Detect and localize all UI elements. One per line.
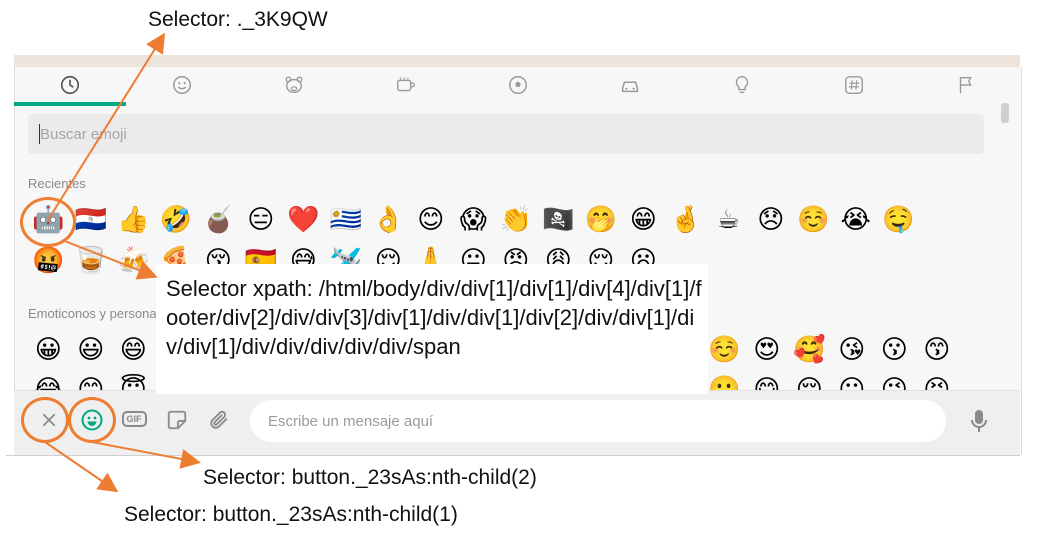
emoji-item[interactable]: ❤️	[282, 202, 325, 238]
emoji-item[interactable]: 😄	[112, 332, 155, 368]
emoji-item[interactable]: 😍	[746, 332, 789, 368]
lightbulb-icon	[735, 76, 749, 94]
scrollbar-thumb[interactable]	[1001, 103, 1009, 123]
emoji-row: ☺️ 😍 🥰 😘 😗 😙	[703, 332, 958, 368]
emoji-item[interactable]: 🤬	[27, 243, 70, 279]
emoji-item[interactable]: 😞	[750, 202, 793, 238]
emoji-item[interactable]: 😊	[410, 202, 453, 238]
soccer-ball-icon	[509, 76, 527, 94]
cup-icon	[397, 77, 415, 92]
emoji-item[interactable]: 😊	[70, 372, 113, 390]
smiley-icon	[173, 76, 191, 94]
emoji-item[interactable]: 🤭	[580, 202, 623, 238]
highlight-circle-emoji-button	[68, 397, 116, 443]
paperclip-icon	[210, 410, 228, 429]
emoji-item[interactable]: 😁	[622, 202, 665, 238]
emoji-item[interactable]: ☺️	[792, 202, 835, 238]
emoji-item[interactable]: ☺️	[703, 332, 746, 368]
emoji-search-field[interactable]	[28, 114, 984, 154]
emoji-item[interactable]: 🤣	[155, 202, 198, 238]
car-icon	[621, 81, 639, 93]
bear-icon	[285, 76, 303, 94]
message-input[interactable]	[250, 400, 946, 442]
emoji-row: 🙂 😋 😌 😛 😜 😝	[703, 372, 958, 390]
gif-button[interactable]: GIF	[121, 409, 147, 429]
emoji-item[interactable]: 😂	[27, 372, 70, 390]
tab-recent[interactable]	[15, 67, 125, 103]
emoji-row: 😂 😊 😇	[27, 372, 155, 390]
tab-animals[interactable]	[239, 67, 349, 103]
attach-button[interactable]	[205, 406, 233, 434]
tab-food[interactable]	[351, 67, 461, 103]
tab-travel[interactable]	[575, 67, 685, 103]
emoji-item[interactable]: 😜	[873, 372, 916, 390]
emoji-item[interactable]: 😌	[788, 372, 831, 390]
emoji-row: 🤖 🇵🇾 👍 🤣 🧉 😑 ❤️ 🇺🇾 👌 😊 😱 👏 🏴‍☠️ 🤭 😁 🤞 ☕ 😞 ☺️ 😭 🤤	[27, 202, 920, 238]
emoji-item[interactable]: 🥃	[70, 243, 113, 279]
emoji-item[interactable]: 👌	[367, 202, 410, 238]
tab-objects[interactable]	[687, 67, 797, 103]
gif-label: GIF	[121, 411, 147, 427]
highlight-circle-close	[21, 397, 69, 443]
annotation-button1-selector: Selector: button._23sAs:nth-child(1)	[124, 503, 458, 526]
clock-icon	[60, 75, 80, 95]
annotation-top-selector: Selector: ._3K9QW	[148, 8, 328, 31]
microphone-button[interactable]	[966, 406, 992, 436]
section-title-smileys: Emoticonos y personas	[28, 306, 164, 321]
emoji-item[interactable]: 😛	[831, 372, 874, 390]
emoji-item[interactable]: 😱	[452, 202, 495, 238]
emoji-item[interactable]: 🇺🇾	[325, 202, 368, 238]
tab-smileys[interactable]	[127, 67, 237, 103]
divider	[6, 455, 1020, 456]
emoji-search-input[interactable]	[28, 114, 984, 154]
emoji-item[interactable]: 👏	[495, 202, 538, 238]
emoji-item[interactable]: 😝	[916, 372, 959, 390]
emoji-item[interactable]: 😀	[27, 332, 70, 368]
emoji-item[interactable]: 😑	[240, 202, 283, 238]
emoji-row: 😀 😃 😄	[27, 332, 155, 368]
tab-flags[interactable]	[911, 67, 1021, 103]
emoji-item[interactable]: 👍	[112, 202, 155, 238]
tab-symbols[interactable]	[799, 67, 909, 103]
emoji-item[interactable]: 😋	[746, 372, 789, 390]
highlight-circle-emoji	[20, 197, 76, 247]
emoji-item[interactable]: 🧉	[197, 202, 240, 238]
chat-background-strip	[14, 55, 1020, 67]
emoji-item[interactable]: 🍻	[112, 243, 155, 279]
emoji-item[interactable]: 🥰	[788, 332, 831, 368]
emoji-item[interactable]: 😘	[831, 332, 874, 368]
emoji-item[interactable]: 🤤	[877, 202, 920, 238]
hash-icon	[845, 76, 863, 94]
emoji-item[interactable]: ☕	[707, 202, 750, 238]
section-title-recent: Recientes	[28, 176, 86, 191]
emoji-item[interactable]: 🙂	[703, 372, 746, 390]
tab-activity[interactable]	[463, 67, 573, 103]
message-field[interactable]	[250, 400, 946, 442]
flag-icon	[959, 76, 972, 94]
annotation-xpath-text: Selector xpath: /html/body/div/div[1]/di…	[166, 276, 702, 359]
emoji-item[interactable]: 😃	[70, 332, 113, 368]
emoji-item[interactable]: 😙	[916, 332, 959, 368]
emoji-item[interactable]: 😗	[873, 332, 916, 368]
sticker-button[interactable]	[164, 407, 190, 433]
active-tab-indicator	[14, 102, 126, 106]
sticker-icon	[167, 410, 187, 430]
microphone-icon	[971, 410, 987, 432]
emoji-item[interactable]: 🏴‍☠️	[537, 202, 580, 238]
text-cursor	[39, 124, 40, 144]
annotation-button2-selector: Selector: button._23sAs:nth-child(2)	[203, 466, 537, 489]
emoji-item[interactable]: 😇	[112, 372, 155, 390]
emoji-item[interactable]: 🤞	[665, 202, 708, 238]
annotation-xpath-box: Selector xpath: /html/body/div/div[1]/di…	[156, 264, 708, 394]
emoji-item[interactable]: 😭	[835, 202, 878, 238]
